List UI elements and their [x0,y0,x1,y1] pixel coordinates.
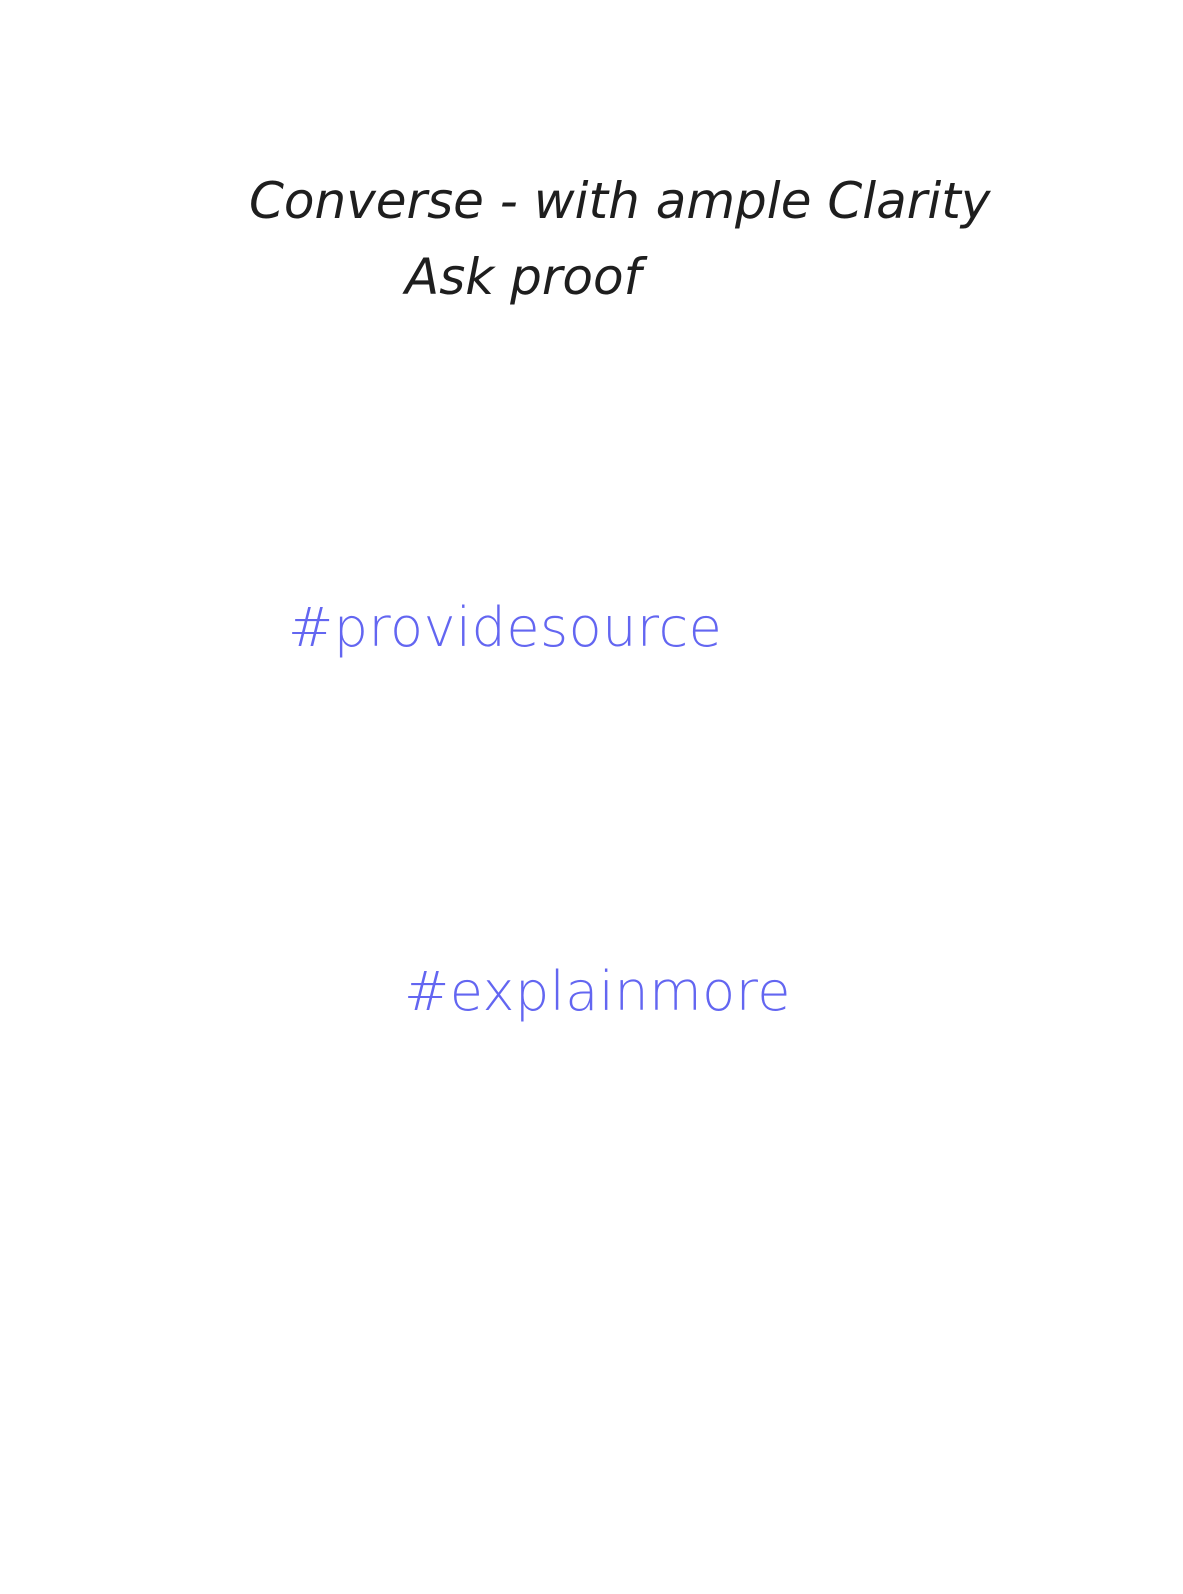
heading-line-2: Ask proof [405,248,642,306]
hashtag-explain-more[interactable]: #explainmore [404,965,791,1019]
hashtag-provide-source[interactable]: #providesource [288,601,722,655]
heading-line-1: Converse - with ample Clarity [249,172,991,230]
